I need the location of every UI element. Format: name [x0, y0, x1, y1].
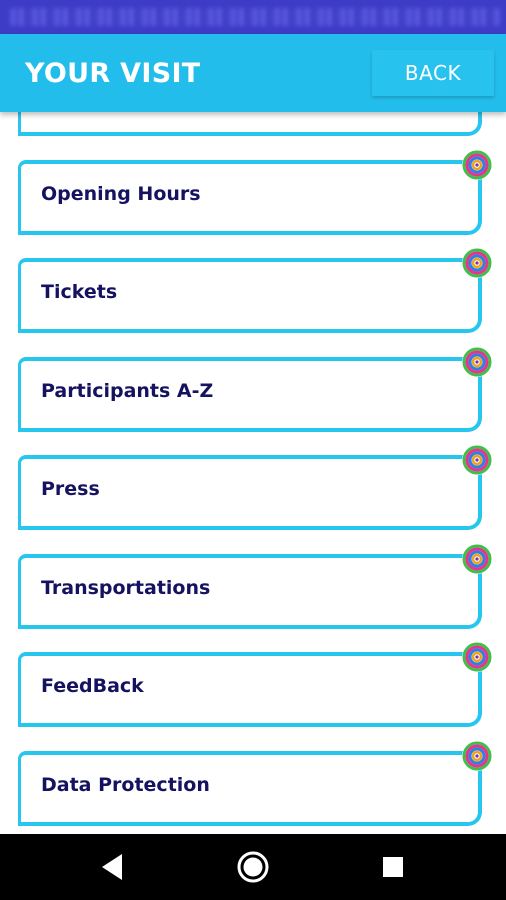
- status-bar-content: [10, 8, 500, 26]
- back-button[interactable]: BACK: [372, 50, 494, 96]
- rose-flower-icon: [462, 642, 492, 672]
- app-bar: YOUR VISIT BACK: [0, 34, 506, 112]
- menu-item-tickets[interactable]: Tickets: [18, 248, 492, 333]
- rose-flower-icon: [462, 544, 492, 574]
- back-triangle-icon[interactable]: [96, 850, 130, 884]
- menu-item-label: Opening Hours: [41, 183, 201, 205]
- menu-item-transportations[interactable]: Transportations: [18, 544, 492, 629]
- menu-item-label: Transportations: [41, 577, 211, 599]
- menu-item-participants[interactable]: Participants A-Z: [18, 347, 492, 432]
- menu-item-data-protection[interactable]: Data Protection: [18, 741, 492, 826]
- menu-item-opening-hours[interactable]: Opening Hours: [18, 150, 492, 235]
- system-nav-bar: [0, 834, 506, 900]
- rose-flower-icon: [462, 248, 492, 278]
- menu-item-label: Tickets: [41, 281, 118, 303]
- home-circle-icon[interactable]: [236, 850, 270, 884]
- menu-item-label: FeedBack: [41, 675, 144, 697]
- page-title: YOUR VISIT: [25, 58, 201, 89]
- menu-item-label: Participants A-Z: [41, 380, 214, 402]
- menu-item-feedback[interactable]: FeedBack: [18, 642, 492, 727]
- menu-item-label: Data Protection: [41, 774, 210, 796]
- rose-flower-icon: [462, 347, 492, 377]
- rose-flower-icon: [462, 741, 492, 771]
- menu-list: Opening Hours Tickets Participants A-Z P…: [0, 112, 506, 834]
- partial-list-item[interactable]: [18, 112, 482, 136]
- rose-flower-icon: [462, 445, 492, 475]
- status-bar: [0, 0, 506, 34]
- recents-square-icon[interactable]: [376, 850, 410, 884]
- rose-flower-icon: [462, 150, 492, 180]
- menu-item-press[interactable]: Press: [18, 445, 492, 530]
- menu-item-label: Press: [41, 478, 100, 500]
